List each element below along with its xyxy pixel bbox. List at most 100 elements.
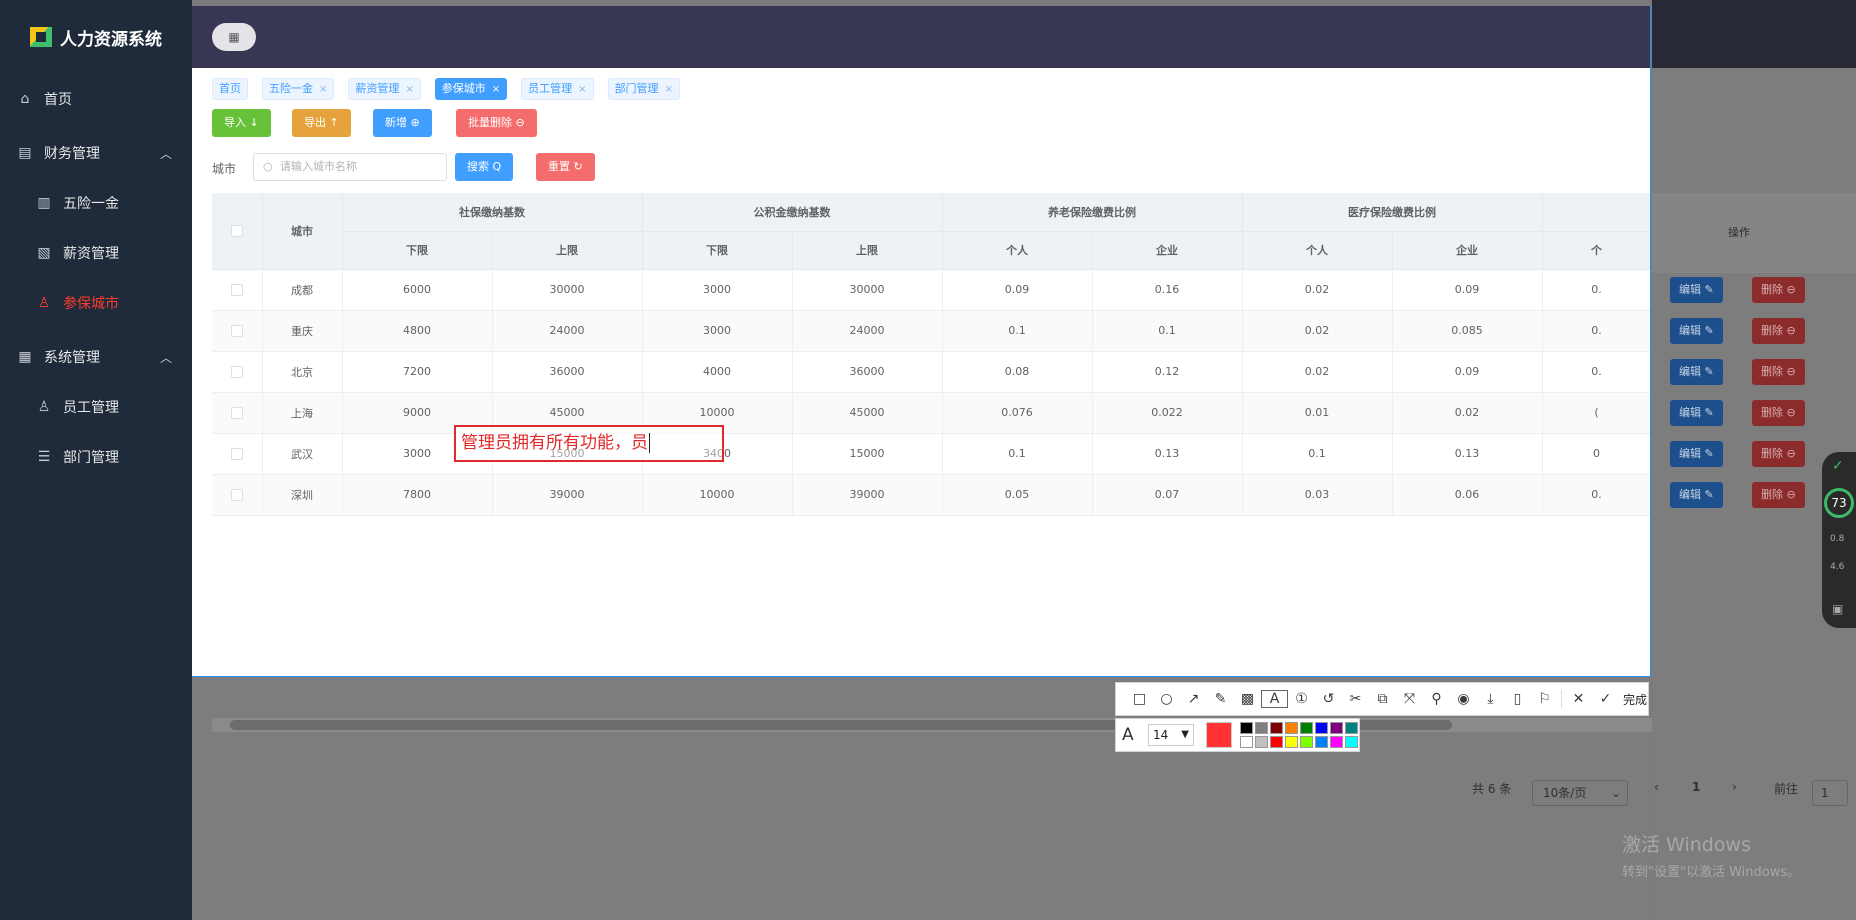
tag-salary[interactable]: 薪资管理 × [348,78,421,100]
color-swatch[interactable] [1300,722,1313,734]
long-screenshot-icon[interactable]: ▯ [1504,691,1531,707]
bookmark-icon[interactable]: ⚐ [1531,691,1558,707]
tag-home[interactable]: 首页 [212,78,248,100]
row-checkbox[interactable] [230,366,243,378]
search-button[interactable]: 搜索 Q [455,153,514,181]
city-cell: 武汉 [262,433,343,475]
delete-button[interactable]: 删除 ⊖ [1752,318,1805,344]
scissors-icon[interactable]: ✂ [1342,691,1369,707]
prev-page-button[interactable]: ‹ [1654,780,1659,794]
money-chart-icon: ▧ [37,245,51,261]
row-checkbox[interactable] [230,325,243,337]
font-size-select[interactable]: 14 ▼ [1148,724,1194,746]
system-monitor-widget[interactable]: ✓ 73 0.8 4.6 ▣ [1822,452,1856,628]
color-swatch[interactable] [1345,736,1358,748]
color-swatch[interactable] [1330,736,1343,748]
sidebar-item-insured-city[interactable]: ♙ 参保城市 [0,278,192,328]
pin-icon[interactable]: ⚲ [1423,691,1450,707]
annotation-textbox[interactable]: 管理员拥有所有功能，员 [454,425,724,462]
color-swatch[interactable] [1285,736,1298,748]
tag-insured-city[interactable]: 参保城市 × [434,78,508,100]
city-search-input[interactable]: ○ 请输入城市名称 [253,153,447,181]
record-icon[interactable]: ◉ [1450,691,1477,707]
close-icon[interactable]: × [319,84,327,95]
batch-delete-button[interactable]: 批量删除 ⊖ [456,109,537,137]
edit-button[interactable]: 编辑 ✎ [1670,359,1723,385]
delete-button[interactable]: 删除 ⊖ [1752,441,1805,467]
color-swatch[interactable] [1270,736,1283,748]
current-color-swatch[interactable] [1206,722,1232,748]
color-swatch[interactable] [1345,722,1358,734]
color-swatch[interactable] [1255,722,1268,734]
add-button[interactable]: 新增 ⊕ [373,109,432,137]
color-swatch[interactable] [1315,736,1328,748]
row-checkbox[interactable] [230,489,243,501]
color-swatch[interactable] [1285,722,1298,734]
table-cell: 39000 [792,474,943,516]
current-page[interactable]: 1 [1692,780,1700,794]
sidebar-item-insurance[interactable]: ▥ 五险一金 [0,178,192,228]
color-swatch[interactable] [1315,722,1328,734]
column-group-pension-ratio: 养老保险缴费比例 [942,193,1243,232]
delete-button[interactable]: 删除 ⊖ [1752,482,1805,508]
reset-button[interactable]: 重置 ↻ [536,153,595,181]
sidebar-item-department[interactable]: ☰ 部门管理 [0,432,192,482]
tag-insurance[interactable]: 五险一金 × [262,78,335,100]
sidebar-group-finance[interactable]: ▤ 财务管理 ︿ [0,128,192,178]
export-button[interactable]: 导出 ↑ [292,109,351,137]
tag-department[interactable]: 部门管理 × [607,78,680,100]
close-icon[interactable]: × [405,84,413,95]
table-cell: 0.076 [942,392,1093,434]
ocr-icon[interactable]: ⧉ [1369,691,1396,707]
check-icon[interactable]: ✓ [1592,691,1619,707]
arrow-tool-icon[interactable]: ↗ [1180,691,1207,707]
next-page-button[interactable]: › [1732,780,1737,794]
mosaic-tool-icon[interactable]: ▩ [1234,691,1261,707]
color-swatch[interactable] [1240,722,1253,734]
color-swatch[interactable] [1300,736,1313,748]
chevron-down-icon: ▼ [1181,729,1189,740]
table-cell: 30000 [792,269,943,311]
edit-button[interactable]: 编辑 ✎ [1670,277,1723,303]
page-size-select[interactable]: 10条/页 ⌄ [1532,780,1628,806]
import-button[interactable]: 导入 ↓ [212,109,271,137]
upload-speed: 0.8 [1830,534,1845,544]
ellipse-tool-icon[interactable]: ○ [1153,691,1180,707]
close-icon[interactable]: × [665,84,673,95]
rectangle-tool-icon[interactable]: □ [1126,691,1153,707]
tag-employee[interactable]: 员工管理 × [521,78,594,100]
done-button[interactable]: 完成 [1623,691,1647,708]
edit-button[interactable]: 编辑 ✎ [1670,441,1723,467]
number-tool-icon[interactable]: ① [1288,691,1315,707]
color-swatch[interactable] [1240,736,1253,748]
delete-button[interactable]: 删除 ⊖ [1752,359,1805,385]
edit-button[interactable]: 编辑 ✎ [1670,318,1723,344]
delete-button[interactable]: 删除 ⊖ [1752,277,1805,303]
pen-tool-icon[interactable]: ✎ [1207,691,1234,707]
download-icon[interactable]: ⤓ [1477,691,1504,707]
translate-icon[interactable]: ⤧ [1396,691,1423,707]
edit-button[interactable]: 编辑 ✎ [1670,482,1723,508]
row-checkbox[interactable] [230,448,243,460]
goto-page-input[interactable]: 1 [1812,780,1848,806]
insured-city-table: 城市 社保缴纳基数 公积金缴纳基数 养老保险缴费比例 医疗保险缴费比例 下限 上… [212,193,1650,516]
sidebar-item-home[interactable]: ⌂ 首页 [0,74,192,124]
select-all-checkbox[interactable] [230,225,243,238]
color-swatch[interactable] [1255,736,1268,748]
table-cell: 45000 [792,392,943,434]
edit-button[interactable]: 编辑 ✎ [1670,400,1723,426]
delete-button[interactable]: 删除 ⊖ [1752,400,1805,426]
collapse-toggle-button[interactable]: ▦ [212,23,256,51]
sidebar-item-employee[interactable]: ♙ 员工管理 [0,382,192,432]
sidebar-group-system[interactable]: ▦ 系统管理 ︿ [0,332,192,382]
row-checkbox[interactable] [230,284,243,296]
close-icon[interactable]: × [492,84,500,95]
close-icon[interactable]: × [578,84,586,95]
sidebar-item-salary[interactable]: ▧ 薪资管理 [0,228,192,278]
row-checkbox[interactable] [230,407,243,419]
text-tool-icon[interactable]: A [1261,690,1288,708]
close-icon[interactable]: ✕ [1565,691,1592,707]
undo-icon[interactable]: ↺ [1315,691,1342,707]
color-swatch[interactable] [1330,722,1343,734]
color-swatch[interactable] [1270,722,1283,734]
